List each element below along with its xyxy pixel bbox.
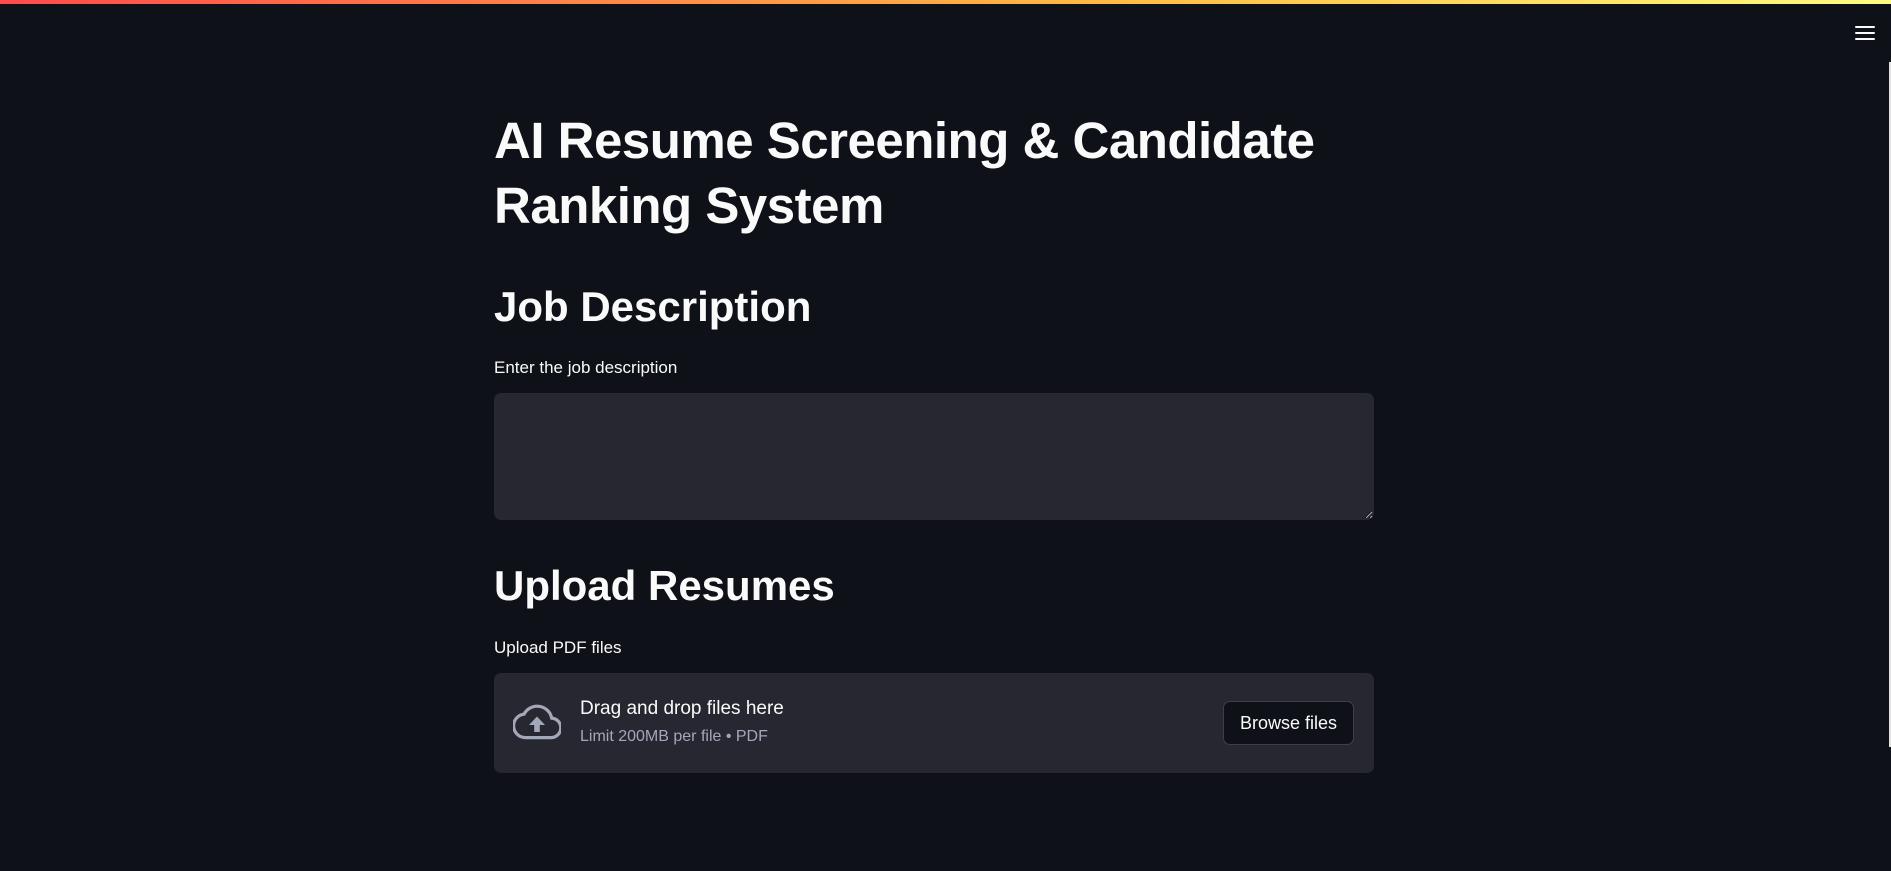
dropzone-text: Drag and drop files here Limit 200MB per… [580, 697, 784, 747]
job-description-label: Enter the job description [494, 358, 678, 377]
top-decoration-bar [0, 0, 1891, 4]
dropzone-limit-text: Limit 200MB per file • PDF [580, 728, 768, 745]
hamburger-menu-icon-line [1855, 38, 1875, 40]
hamburger-menu-icon [1855, 26, 1875, 28]
upload-pdf-label: Upload PDF files [494, 638, 622, 657]
cloud-upload-icon [513, 704, 561, 740]
browse-files-button[interactable]: Browse files [1222, 701, 1354, 745]
job-description-heading: Job Description [494, 283, 812, 330]
main-menu-button[interactable] [1851, 20, 1879, 46]
page-title: AI Resume Screening & Candidate Ranking … [494, 112, 1315, 234]
job-description-textarea[interactable] [494, 393, 1374, 520]
upload-resumes-heading: Upload Resumes [494, 562, 835, 609]
file-dropzone[interactable]: Drag and drop files here Limit 200MB per… [494, 673, 1374, 773]
dropzone-title: Drag and drop files here [580, 698, 784, 719]
hamburger-menu-icon-line [1855, 32, 1875, 34]
